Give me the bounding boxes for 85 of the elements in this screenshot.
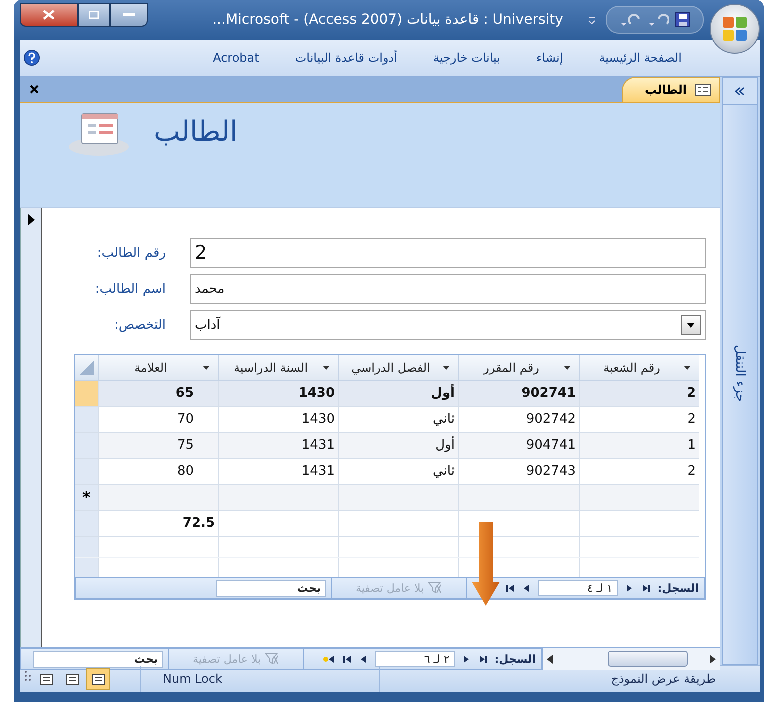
maximize-icon (89, 11, 99, 19)
window-title: University : قاعدة بيانات (Access 2007) - Microsoft... (212, 12, 564, 28)
new-record-icon[interactable] (322, 654, 335, 664)
table-cell: ثاني (338, 459, 458, 484)
last-record-icon[interactable] (342, 654, 352, 664)
previous-record-icon[interactable] (462, 654, 470, 664)
table-cell: 1431 (218, 459, 338, 484)
close-icon[interactable] (30, 85, 39, 94)
save-icon[interactable] (675, 12, 691, 28)
table-cell: 902741 (458, 381, 579, 406)
table-cell: 902743 (458, 459, 579, 484)
filter-icon (265, 653, 280, 665)
search-field[interactable]: بحث (216, 580, 326, 596)
last-record-icon[interactable] (506, 584, 515, 592)
maximize-button[interactable] (78, 3, 110, 27)
office-logo-icon (721, 15, 749, 43)
table-cell: 1430 (218, 407, 338, 432)
table-cell: 902742 (458, 407, 579, 432)
input-field[interactable]: محمد (190, 274, 706, 304)
table-cell: 904741 (458, 433, 579, 458)
column-header[interactable]: السنة الدراسية (218, 355, 338, 380)
next-record-icon[interactable] (360, 654, 367, 664)
table-cell: 1431 (218, 433, 338, 458)
caret-icon (687, 322, 695, 328)
column-header[interactable]: الفصل الدراسي (338, 355, 458, 380)
navigation-pane-label[interactable]: جزء التنقل (732, 345, 748, 402)
column-header[interactable]: رقم المقرر (458, 355, 579, 380)
record-label: السجل: (658, 582, 699, 594)
dropdown-arrow-icon (203, 366, 210, 370)
close-icon (43, 10, 55, 20)
ribbon-tab[interactable]: أدوات قاعدة البيانات (277, 51, 416, 65)
dropdown-arrow-icon (323, 366, 330, 370)
table-cell: أول (338, 433, 458, 458)
minimize-icon (123, 13, 135, 17)
new-record-marker: * (82, 488, 91, 507)
table-cell: ثاني (338, 407, 458, 432)
expand-chevron-icon[interactable] (735, 86, 745, 96)
combo-box[interactable]: آداب (190, 310, 706, 340)
down-arrow-icon (472, 522, 500, 606)
dropdown-button[interactable] (681, 315, 701, 335)
first-record-icon[interactable] (640, 584, 650, 592)
record-position-field[interactable]: ١ لـ ٤ (538, 580, 618, 596)
column-header[interactable]: رقم الشعبة (579, 355, 699, 380)
ribbon-tab[interactable]: إنشاء (518, 51, 582, 65)
undo-icon[interactable] (647, 13, 669, 27)
field-label: التخصص: (114, 318, 166, 332)
num-lock-indicator: Num Lock (163, 672, 222, 686)
grip-icon (24, 668, 32, 682)
table-cell: 2 (579, 459, 699, 484)
document-tab[interactable]: الطالب (622, 77, 720, 102)
ribbon-tab[interactable]: الصفحة الرئيسية (581, 51, 700, 65)
horizontal-scrollbar[interactable] (542, 648, 720, 670)
dropdown-arrow-icon (684, 366, 691, 370)
ribbon-tab[interactable]: Acrobat (195, 51, 278, 65)
field-label: اسم الطالب: (94, 282, 166, 296)
filter-icon (428, 582, 442, 594)
minimize-button[interactable] (110, 3, 148, 27)
input-field[interactable]: 2 (190, 238, 706, 268)
table-cell: 2 (579, 407, 699, 432)
ribbon-tab[interactable]: بيانات خارجية (415, 51, 519, 65)
redo-icon[interactable] (619, 13, 641, 27)
form-icon (695, 84, 711, 96)
first-record-icon[interactable] (478, 654, 487, 664)
view-name: طريقة عرض النموذج (611, 672, 716, 686)
record-label: السجل: (494, 652, 536, 666)
next-record-icon[interactable] (522, 584, 530, 592)
form-title: الطالب (154, 115, 238, 148)
scroll-left-icon[interactable] (547, 654, 553, 664)
corner-triangle-icon (80, 360, 94, 374)
previous-record-icon[interactable] (626, 584, 633, 592)
table-cell: 1 (579, 433, 699, 458)
table-cell: أول (338, 381, 458, 406)
record-position-field[interactable]: ٢ لـ ٦ (374, 651, 455, 667)
scroll-right-icon[interactable] (710, 654, 716, 664)
form-view-icon[interactable] (86, 668, 110, 690)
dropdown-arrow-icon (443, 366, 450, 370)
close-button[interactable] (20, 3, 78, 27)
dropdown-arrow-icon (564, 366, 571, 370)
table-cell: 2 (579, 381, 699, 406)
search-field[interactable]: بحث (33, 650, 163, 668)
customize-toolbar-icon[interactable] (588, 16, 596, 24)
record-pointer-icon (27, 214, 35, 226)
table-cell: 1430 (218, 381, 338, 406)
help-icon[interactable] (24, 50, 40, 66)
field-label: رقم الطالب: (96, 246, 166, 260)
